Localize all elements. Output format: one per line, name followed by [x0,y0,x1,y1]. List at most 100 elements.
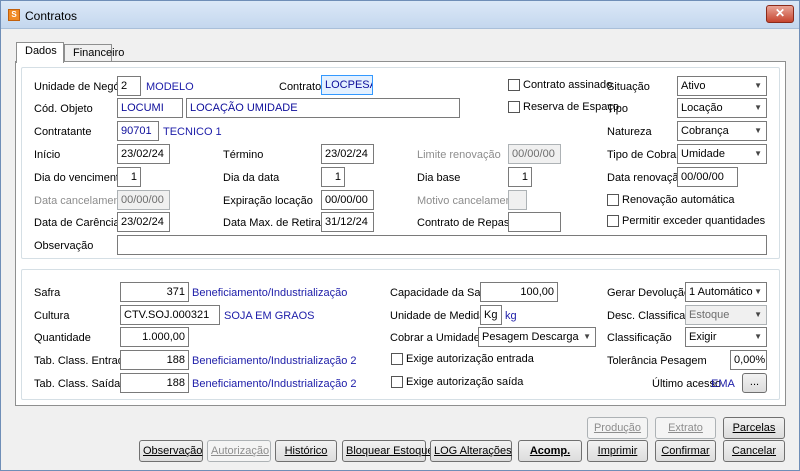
dia-base-label: Dia base [417,172,461,184]
unidade-medida-label: Unidade de Medida [390,310,486,322]
chevron-down-icon: ▼ [754,81,762,90]
tipo-select[interactable]: Locação ▼ [677,98,767,118]
cancelar-button[interactable]: Cancelar [723,440,785,462]
motivo-cancelamento-input [508,190,527,210]
data-renovacao-label: Data renovação [607,172,685,184]
motivo-cancelamento-label: Motivo cancelamento [417,195,521,207]
unidade-negocio-input[interactable]: 2 [117,76,141,96]
extrato-button[interactable]: Extrato [655,417,716,439]
termino-input[interactable]: 23/02/24 [321,144,374,164]
exige-aut-saida-checkbox[interactable]: Exige autorização saída [391,376,523,388]
limite-renovacao-input: 00/00/00 [508,144,561,164]
parcelas-button[interactable]: Parcelas [723,417,785,439]
termino-label: Término [223,149,264,161]
dia-base-input[interactable]: 1 [508,167,532,187]
tipo-cobranca-select[interactable]: Umidade ▼ [677,144,767,164]
safra-label: Safra [34,287,61,299]
app-icon: S [8,9,20,21]
ultimo-acesso-value: EMA [711,378,735,390]
observacao-input[interactable] [117,235,767,255]
cultura-input[interactable]: CTV.SOJ.000321 [120,305,220,325]
data-max-retirada-input[interactable]: 31/12/24 [321,212,374,232]
tab-class-entrada-input[interactable]: 188 [120,350,189,370]
cobrar-unidade-select[interactable]: Pesagem Descarga ▼ [478,327,596,347]
chevron-down-icon: ▼ [754,287,762,296]
autorizacao-button[interactable]: Autorização [207,440,271,462]
data-cancelamento-label: Data cancelamento [34,195,129,207]
reserva-espaco-checkbox[interactable]: Reserva de Espaço [508,101,619,113]
bloquear-estoque-button[interactable]: Bloquear Estoque [342,440,433,462]
quantidade-input[interactable]: 1.000,00 [120,327,189,347]
chevron-down-icon: ▼ [754,149,762,158]
cod-objeto-input[interactable]: LOCUMI [117,98,183,118]
gerar-devolucao-value: 1 Automático [689,286,753,298]
tab-class-entrada-desc: Beneficiamento/Industrialização 2 [192,355,357,367]
tolerancia-pesagem-input[interactable]: 0,00% [730,350,767,370]
acomp-button[interactable]: Acomp. [518,440,582,462]
inicio-label: Início [34,149,61,161]
gerar-devolucao-select[interactable]: 1 Automático ▼ [685,282,767,302]
safra-input[interactable]: 371 [120,282,189,302]
contratante-desc: TECNICO 1 [163,126,222,138]
chevron-down-icon: ▼ [754,103,762,112]
situacao-value: Ativo [681,80,706,92]
confirmar-button[interactable]: Confirmar [655,440,716,462]
natureza-value: Cobrança [681,125,729,137]
limite-renovacao-label: Limite renovação [417,149,501,161]
tab-class-saida-input[interactable]: 188 [120,373,189,393]
dia-vencimento-input[interactable]: 1 [117,167,141,187]
contrato-label: Contrato [279,81,322,93]
permitir-exceder-checkbox[interactable]: Permitir exceder quantidades [607,215,765,227]
historico-button[interactable]: Histórico [275,440,337,462]
expiracao-locacao-input[interactable]: 00/00/00 [321,190,374,210]
tab-financeiro[interactable]: Financeiro [64,44,124,62]
unidade-medida-input[interactable]: Kg [480,305,502,325]
window-title: Contratos [25,9,78,23]
tab-class-saida-label: Tab. Class. Saída [34,378,121,390]
log-alteracoes-button[interactable]: LOG Alterações [430,440,512,462]
tipo-label: Tipo [607,103,628,115]
renovacao-automatica-label: Renovação automática [622,194,735,206]
producao-button[interactable]: Produção [587,417,648,439]
close-button[interactable]: ✕ [766,5,794,23]
data-renovacao-input[interactable]: 00/00/00 [677,167,738,187]
tolerancia-pesagem-label: Tolerância Pesagem [607,355,707,367]
tab-dados[interactable]: Dados [16,42,64,63]
data-max-retirada-label: Data Max. de Retirada [223,217,334,229]
contrato-input[interactable]: LOCPESAG [321,75,373,95]
inicio-input[interactable]: 23/02/24 [117,144,170,164]
exige-aut-entrada-label: Exige autorização entrada [406,353,534,365]
contratante-input[interactable]: 90701 [117,121,159,141]
ultimo-acesso-button[interactable]: ... [742,373,767,393]
classificacao-select[interactable]: Exigir ▼ [685,327,767,347]
cod-objeto-desc: LOCAÇÃO UMIDADE [186,98,460,118]
exige-aut-entrada-checkbox[interactable]: Exige autorização entrada [391,353,534,365]
observacao-button[interactable]: Observação [139,440,203,462]
cultura-desc: SOJA EM GRAOS [224,310,315,322]
data-carencia-input[interactable]: 23/02/24 [117,212,170,232]
contratante-label: Contratante [34,126,92,138]
natureza-select[interactable]: Cobrança ▼ [677,121,767,141]
chevron-down-icon: ▼ [583,332,591,341]
permitir-exceder-label: Permitir exceder quantidades [622,215,766,227]
chevron-down-icon: ▼ [754,310,762,319]
dia-data-input[interactable]: 1 [321,167,345,187]
contrato-repasse-input[interactable] [508,212,561,232]
tab-class-saida-desc: Beneficiamento/Industrialização 2 [192,378,357,390]
natureza-label: Natureza [607,126,652,138]
chevron-down-icon: ▼ [754,126,762,135]
classificacao-value: Exigir [689,331,717,343]
cod-objeto-label: Cód. Objeto [34,103,93,115]
cultura-label: Cultura [34,310,70,322]
contrato-assinado-checkbox[interactable]: Contrato assinado [508,79,612,91]
observacao-label: Observação [34,240,94,252]
imprimir-button[interactable]: Imprimir [587,440,648,462]
renovacao-automatica-checkbox[interactable]: Renovação automática [607,194,735,206]
chevron-down-icon: ▼ [754,332,762,341]
contracts-window: S Contratos ✕ Dados Financeiro Unidade d… [0,0,800,471]
capacidade-saca-input[interactable]: 100,00 [480,282,558,302]
contrato-assinado-label: Contrato assinado [523,79,613,91]
exige-aut-saida-label: Exige autorização saída [406,376,524,388]
data-cancelamento-input: 00/00/00 [117,190,170,210]
situacao-select[interactable]: Ativo ▼ [677,76,767,96]
